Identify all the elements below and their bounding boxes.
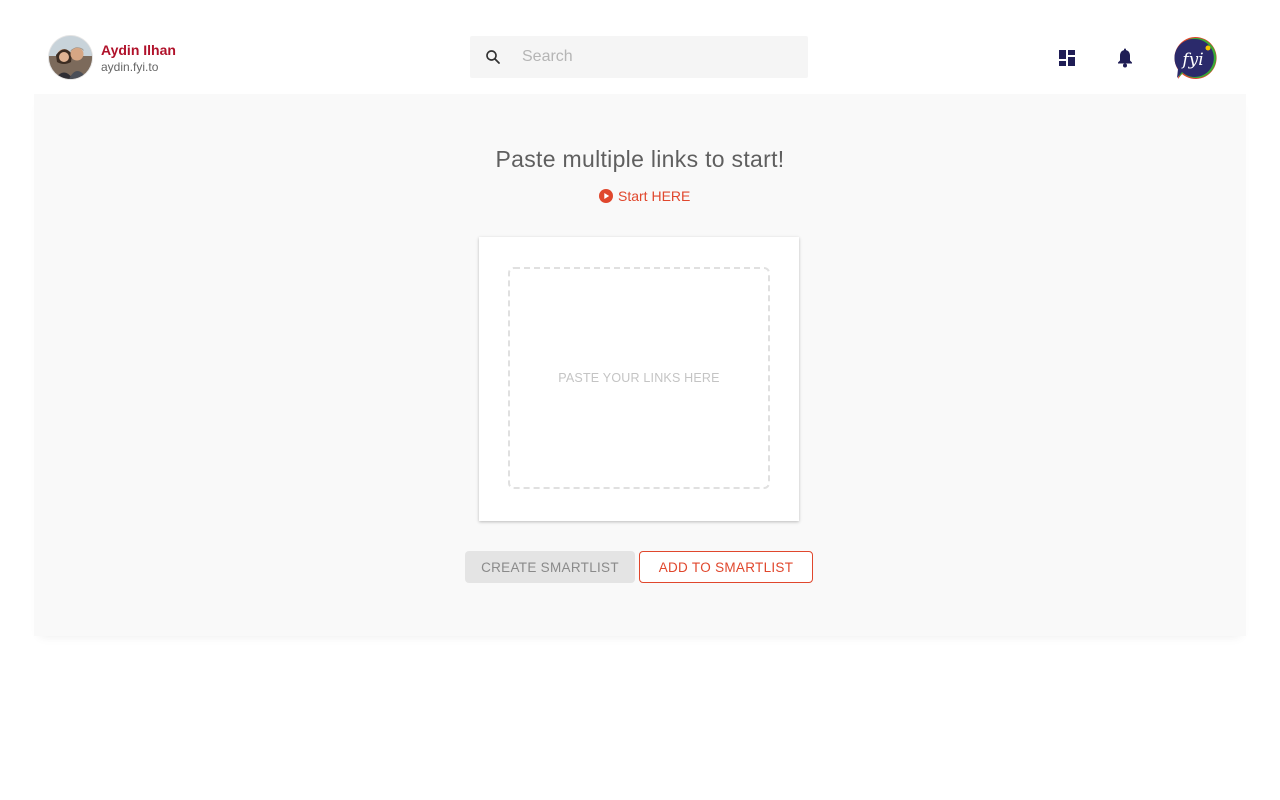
fyi-logo[interactable]: fyi <box>1172 35 1218 81</box>
avatar[interactable] <box>49 36 92 79</box>
dashboard-button[interactable] <box>1055 46 1079 70</box>
page-title: Paste multiple links to start! <box>495 146 785 172</box>
paste-links-area[interactable]: PASTE YOUR LINKS HERE <box>508 267 770 489</box>
main-panel: Paste multiple links to start! Start HER… <box>34 94 1246 636</box>
create-smartlist-button[interactable]: CREATE SMARTLIST <box>465 551 635 583</box>
user-profile[interactable]: Aydin Ilhan aydin.fyi.to <box>49 35 176 80</box>
search-icon <box>486 50 500 64</box>
search-bar[interactable] <box>470 36 808 78</box>
profile-text: Aydin Ilhan aydin.fyi.to <box>101 43 176 73</box>
logo-text: fyi <box>1180 50 1203 70</box>
paste-links-placeholder: PASTE YOUR LINKS HERE <box>558 371 720 385</box>
bell-icon <box>1118 48 1132 68</box>
play-circle-icon <box>599 189 613 203</box>
start-here-label: Start HERE <box>618 188 691 204</box>
search-input[interactable] <box>520 47 780 67</box>
fyi-logo-icon: fyi <box>1174 36 1217 79</box>
notifications-button[interactable] <box>1113 46 1137 70</box>
dashboard-icon <box>1059 50 1075 66</box>
start-here-link[interactable]: Start HERE <box>599 188 690 204</box>
user-name[interactable]: Aydin Ilhan <box>101 43 176 57</box>
top-bar: Aydin Ilhan aydin.fyi.to Search fyi <box>0 0 1280 94</box>
add-to-smartlist-button[interactable]: ADD TO SMARTLIST <box>639 551 813 583</box>
paste-card: PASTE YOUR LINKS HERE <box>479 237 799 521</box>
user-handle: aydin.fyi.to <box>101 59 159 74</box>
